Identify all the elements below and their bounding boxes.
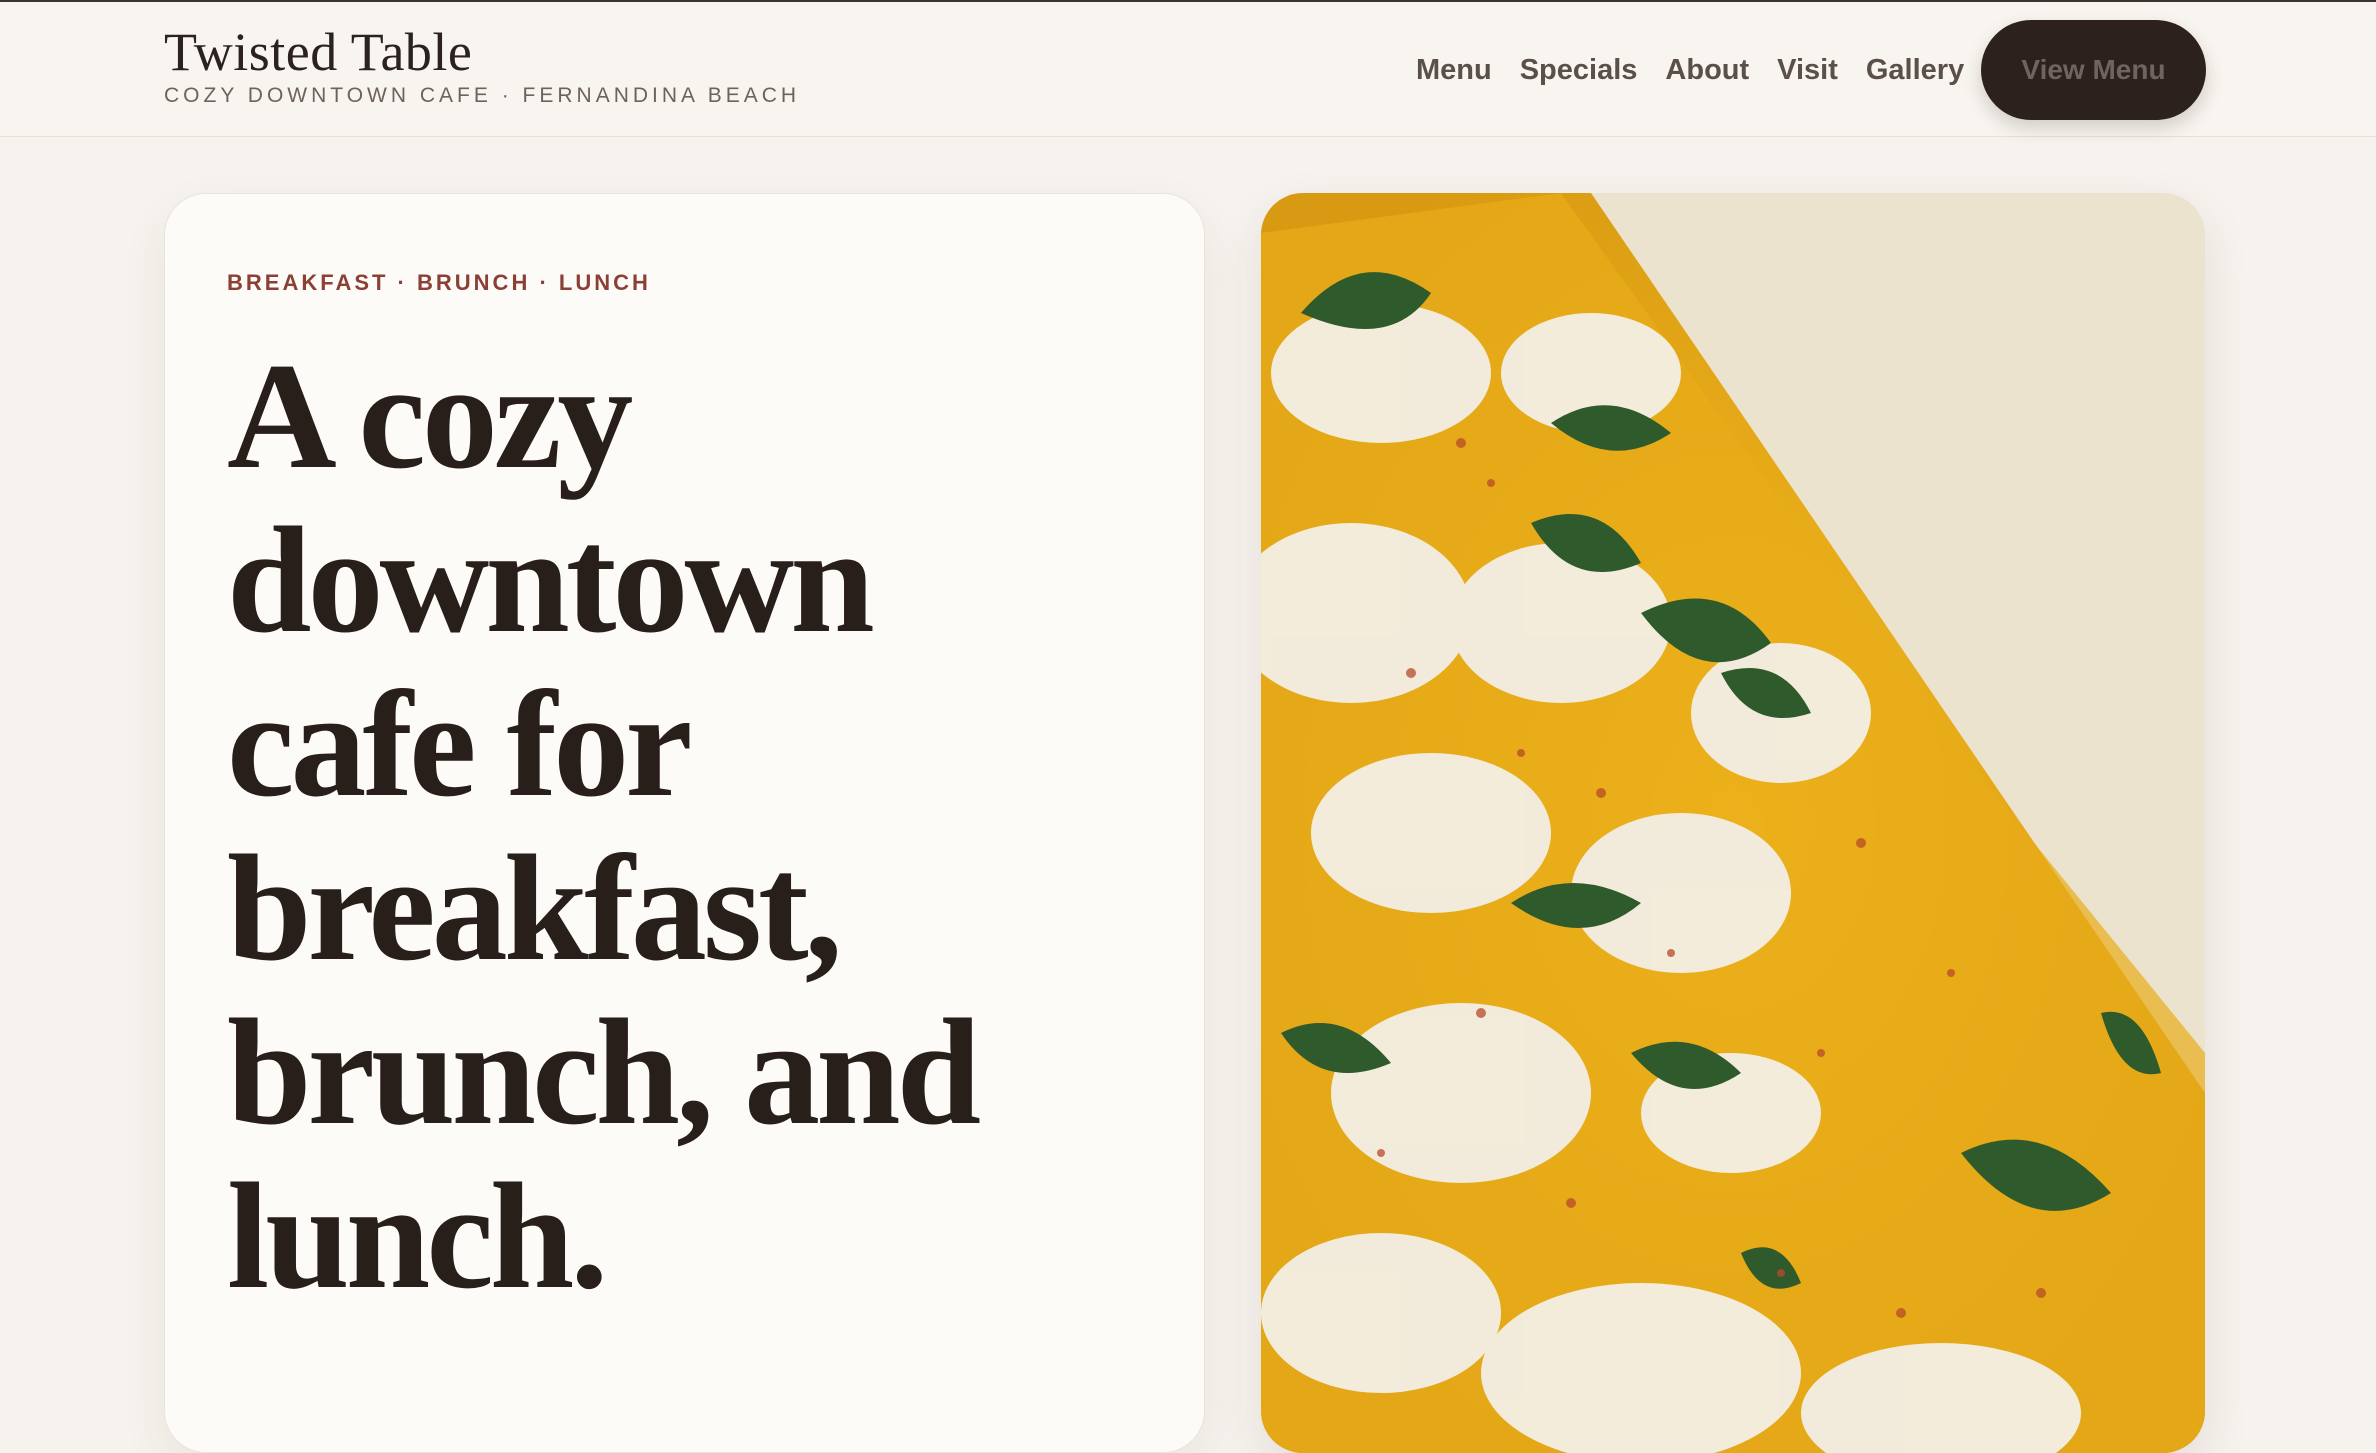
site-header: Twisted Table COZY DOWNTOWN CAFE · FERNA… — [0, 2, 2376, 137]
nav-link-visit[interactable]: Visit — [1777, 50, 1838, 90]
nav-link-menu[interactable]: Menu — [1416, 50, 1492, 90]
main-nav: Menu Specials About Visit Gallery — [1416, 50, 1992, 90]
brand-tagline: COZY DOWNTOWN CAFE · FERNANDINA BEACH — [164, 84, 801, 107]
hero-kicker: BREAKFAST · BRUNCH · LUNCH — [227, 270, 651, 295]
brand[interactable]: Twisted Table COZY DOWNTOWN CAFE · FERNA… — [164, 22, 800, 108]
nav-link-specials[interactable]: Specials — [1520, 50, 1638, 90]
scrambled-eggs-photo — [1261, 193, 2205, 1453]
brand-name[interactable]: Twisted Table — [164, 22, 800, 82]
view-menu-button[interactable]: View Menu — [1981, 20, 2206, 120]
hero-food-image — [1261, 193, 2205, 1453]
hero-card: BREAKFAST · BRUNCH · LUNCH A cozy downto… — [164, 193, 1205, 1453]
hero-headline: A cozy downtown cafe for breakfast, brun… — [227, 332, 981, 1320]
nav-link-about[interactable]: About — [1665, 50, 1749, 90]
nav-link-gallery[interactable]: Gallery — [1866, 50, 1964, 90]
